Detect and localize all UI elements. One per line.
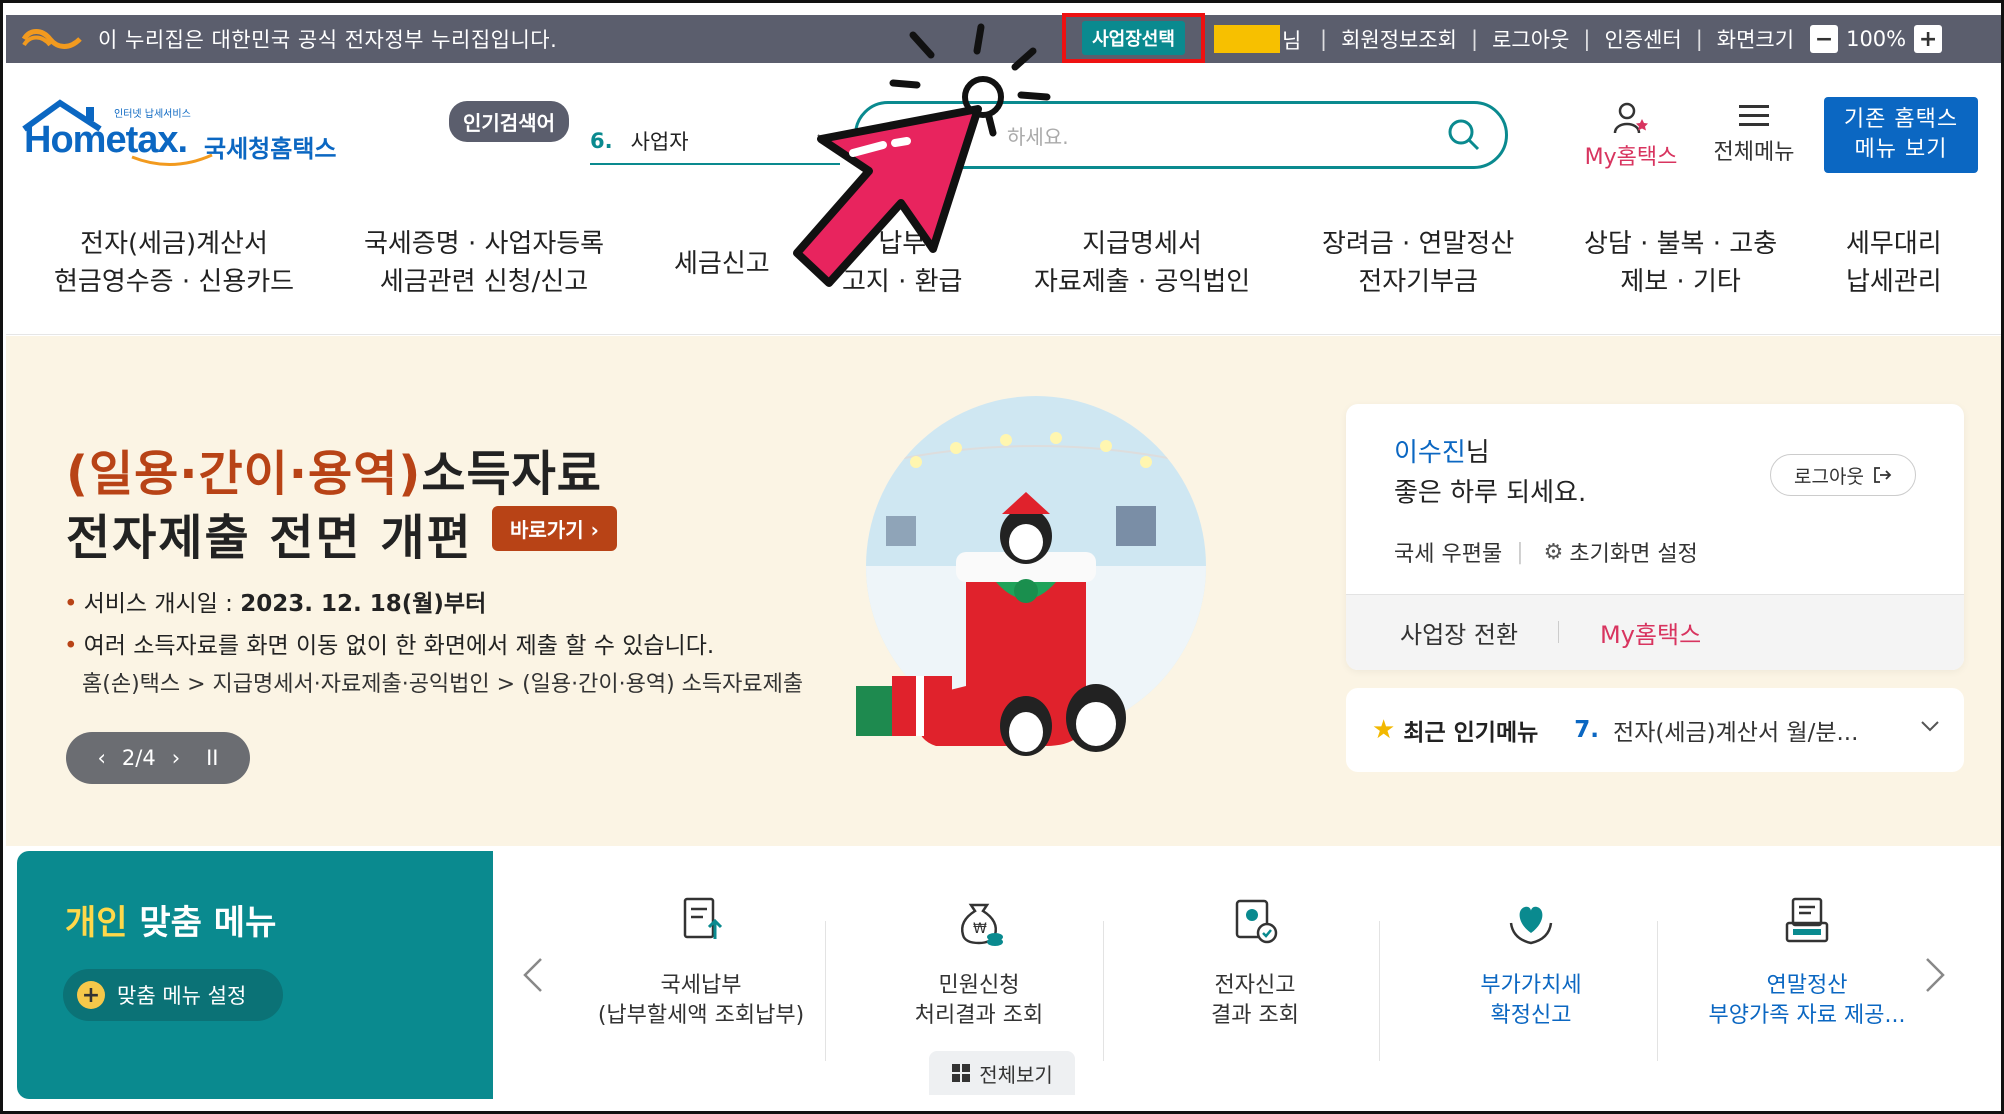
popular-rank: 6.: [590, 129, 613, 153]
main-banner: (일용·간이·용역)소득자료 전자제출 전면 개편 바로가기 › • 서비스 개시…: [6, 336, 2001, 846]
grid-icon: [952, 1064, 971, 1082]
recent-rank: 7.: [1574, 717, 1600, 743]
custom-item-tax-payment[interactable]: 국세납부 (납부할세액 조회납부): [563, 893, 839, 1073]
gear-icon: ⚙: [1543, 539, 1564, 565]
nav-item-tax-agent[interactable]: 세무대리 납세관리: [1846, 225, 1942, 301]
hometax-logo[interactable]: 인터넷 납세서비스 Hometax. 국세청홈택스: [22, 99, 352, 175]
all-menu-label: 전체메뉴: [1713, 140, 1795, 165]
browser-frame: 이 누리집은 대한민국 공식 전자정부 누리집입니다. 사업장선택 님 | 회원…: [0, 0, 2004, 1114]
banner-slider-control: ‹ 2/4 › II: [66, 732, 250, 784]
money-bag-icon: ₩: [961, 903, 1003, 946]
custom-next-arrow[interactable]: [1923, 955, 1947, 1005]
banner-title-line2: 전자제출 전면 개편: [66, 510, 473, 566]
slider-next-button[interactable]: ›: [172, 746, 180, 770]
slider-position: 2/4: [121, 746, 156, 770]
search-icon[interactable]: [1447, 118, 1481, 152]
home-setting-link[interactable]: 초기화면 설정: [1569, 536, 1697, 568]
gov-links: | 회원정보조회 | 로그아웃 | 인증센터 | 화면크기 − 100% +: [1306, 15, 1943, 63]
pointer-arrow-icon: [793, 23, 1051, 287]
custom-menu-setting-button[interactable]: + 맞춤 메뉴 설정: [63, 969, 283, 1021]
member-info-link[interactable]: 회원정보조회: [1341, 24, 1457, 54]
popular-term: 사업자: [630, 130, 689, 154]
gov-emblem-icon: [20, 24, 88, 54]
custom-item-civil-petition[interactable]: ₩ 민원신청 처리결과 조회: [841, 893, 1117, 1073]
my-hometax-label: My홈택스: [1584, 145, 1678, 170]
screen-size-label: 화면크기: [1716, 28, 1795, 52]
custom-item-vat[interactable]: 부가가치세 확정신고: [1393, 893, 1669, 1073]
user-icon: [1613, 102, 1648, 134]
star-icon: ★: [1372, 715, 1396, 745]
card-logout-button[interactable]: 로그아웃: [1770, 454, 1916, 496]
slider-prev-button[interactable]: ‹: [98, 746, 106, 770]
nav-item-tax-report[interactable]: 세금신고: [674, 245, 770, 283]
all-view-button[interactable]: 전체보기: [929, 1051, 1075, 1095]
banner-bullet-1: • 서비스 개시일 : 2023. 12. 18(월)부터: [64, 591, 487, 617]
certificate-check-icon: [1235, 899, 1278, 944]
christmas-penguin-illustration: [856, 396, 1206, 756]
logout-icon: [1874, 467, 1892, 483]
nav-item-einvoice[interactable]: 전자(세금)계산서 현금영수증 · 신용카드: [54, 225, 294, 301]
login-card: 이수진님 좋은 하루 되세요. 로그아웃 국세 우편물 | ⚙ 초기화면 설정 …: [1346, 404, 1964, 670]
banner-menu-path: 홈(손)택스 > 지급명세서·자료제출·공익법인 > (일용·간이·용역) 소득…: [82, 672, 804, 697]
custom-prev-arrow[interactable]: [521, 955, 545, 1005]
banner-title: (일용·간이·용역)소득자료: [66, 446, 602, 502]
recent-label: 최근 인기메뉴: [1403, 720, 1539, 746]
svg-text:₩: ₩: [973, 921, 987, 937]
popular-search-badge: 인기검색어: [449, 101, 569, 142]
masked-username: [1214, 25, 1280, 53]
old-menu-line2: 메뉴 보기: [1854, 137, 1948, 162]
user-suffix: 님: [1282, 29, 1302, 53]
chevron-down-icon: [1920, 716, 1940, 737]
old-hometax-menu-button[interactable]: 기존 홈택스 메뉴 보기: [1824, 97, 1978, 173]
logo-main-text: Hometax.: [24, 119, 188, 161]
tax-mail-link[interactable]: 국세 우편물: [1394, 536, 1502, 568]
heart-hands-icon: [1509, 906, 1553, 945]
custom-menu-panel: 개인 맞춤 메뉴 + 맞춤 메뉴 설정: [17, 851, 493, 1099]
greeting-text: 좋은 하루 되세요.: [1394, 478, 1587, 508]
nav-item-consult[interactable]: 상담 · 불복 · 고충 제보 · 기타: [1584, 225, 1777, 301]
old-menu-line1: 기존 홈택스: [1843, 107, 1959, 132]
custom-menu-title: 개인 맞춤 메뉴: [65, 903, 277, 943]
zoom-in-button[interactable]: +: [1914, 25, 1943, 53]
banner-bullet-2: • 여러 소득자료를 화면 이동 없이 한 화면에서 제출 할 수 있습니다.: [64, 633, 715, 659]
logout-link[interactable]: 로그아웃: [1492, 24, 1569, 54]
logo-kr-text: 국세청홈택스: [204, 135, 337, 163]
recent-popular-menu[interactable]: ★ 최근 인기메뉴 7. 전자(세금)계산서 월/분...: [1346, 688, 1964, 772]
custom-item-year-end[interactable]: 연말정산 부양가족 자료 제공...: [1669, 893, 1945, 1073]
all-menu-button[interactable]: 전체메뉴: [1706, 105, 1802, 166]
custom-item-e-filing[interactable]: 전자신고 결과 조회: [1117, 893, 1393, 1073]
hamburger-icon: [1739, 105, 1769, 126]
document-upload-icon: [683, 897, 723, 939]
slider-pause-button[interactable]: II: [206, 746, 218, 770]
plus-icon: +: [77, 981, 105, 1009]
user-name: 이수진님: [1394, 438, 1490, 468]
biz-switch-link[interactable]: 사업장 전환: [1400, 615, 1518, 650]
custom-menu-section: 개인 맞춤 메뉴 + 맞춤 메뉴 설정 국세납부 (납부할세액 조회납부) ₩ …: [17, 851, 1961, 1099]
cert-center-link[interactable]: 인증센터: [1604, 24, 1681, 54]
logo-small-text: 인터넷 납세서비스: [114, 109, 191, 120]
card-links: 국세 우편물 | ⚙ 초기화면 설정: [1394, 536, 1698, 568]
gov-notice-text: 이 누리집은 대한민국 공식 전자정부 누리집입니다.: [98, 28, 558, 52]
card-bottom-links: 사업장 전환 My홈택스: [1346, 595, 1964, 670]
recent-text: 전자(세금)계산서 월/분...: [1613, 720, 1859, 746]
my-hometax-button[interactable]: My홈택스: [1576, 101, 1686, 171]
nav-item-certificate[interactable]: 국세증명 · 사업자등록 세금관련 신청/신고: [364, 225, 604, 301]
banner-goto-button[interactable]: 바로가기 ›: [492, 506, 617, 551]
card-my-hometax-link[interactable]: My홈택스: [1600, 615, 1701, 650]
document-folder-icon: [1785, 897, 1829, 943]
zoom-out-button[interactable]: −: [1810, 25, 1839, 53]
nav-item-year-end[interactable]: 장려금 · 연말정산 전자기부금: [1322, 225, 1514, 301]
zoom-value: 100%: [1846, 27, 1907, 51]
